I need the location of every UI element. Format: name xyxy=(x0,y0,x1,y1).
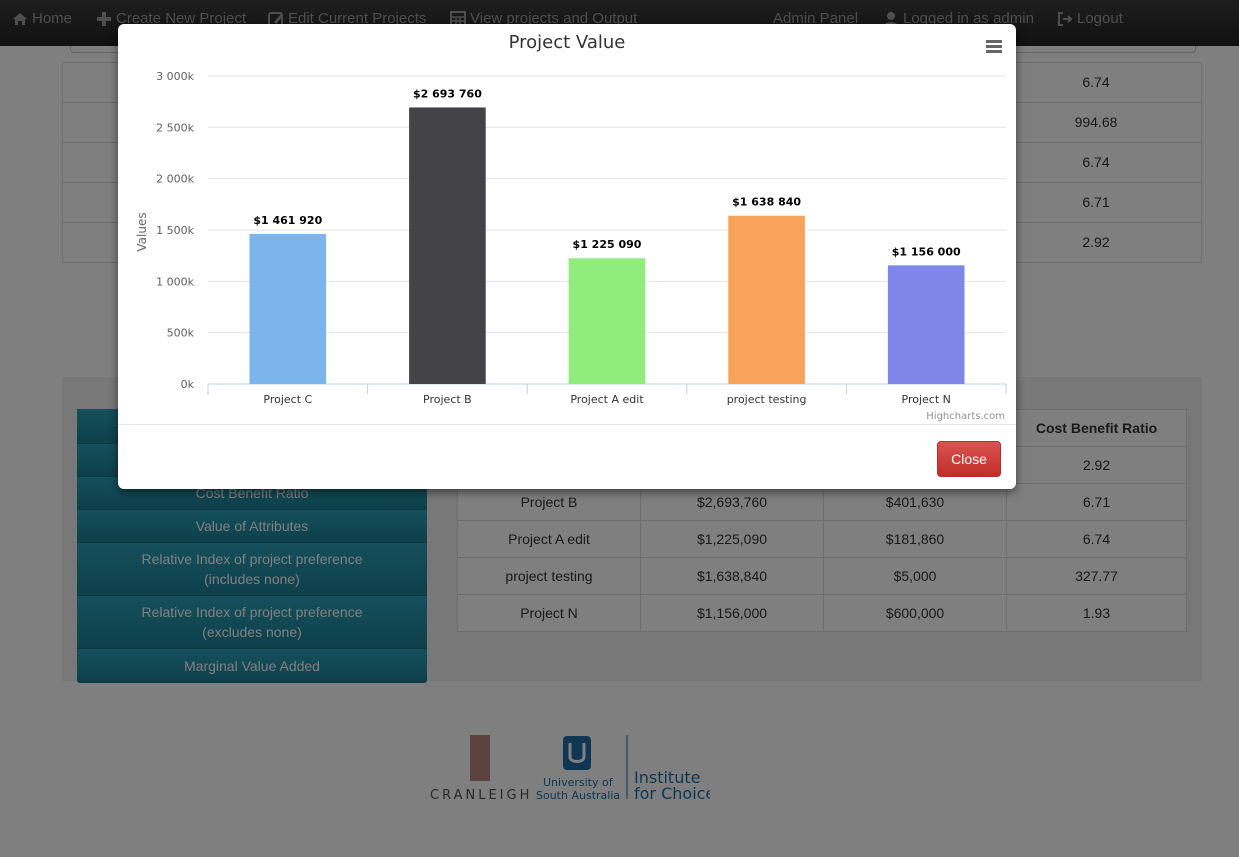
chart-modal: Project Value Values 0k 500k 1 000k 1 500k 2… xyxy=(118,24,1016,489)
data-label: $1 461 920 xyxy=(253,214,322,227)
highcharts-credits[interactable]: Highcharts.com xyxy=(926,411,1005,422)
x-tick-label: Project C xyxy=(263,393,312,406)
x-tick-label: Project N xyxy=(902,393,951,406)
close-button-label: Close xyxy=(951,451,987,467)
modal-footer: Close xyxy=(118,424,1016,490)
y-tick-label: 0k xyxy=(181,378,195,391)
y-tick-label: 1 500k xyxy=(156,224,194,237)
chart-bar[interactable] xyxy=(887,265,965,384)
chart-bar[interactable] xyxy=(568,258,646,384)
y-axis-title: Values xyxy=(135,212,149,251)
y-tick-label: 2 500k xyxy=(156,121,194,134)
x-tick-label: project testing xyxy=(727,393,807,406)
close-button[interactable]: Close xyxy=(937,441,1001,477)
chart-bar[interactable] xyxy=(728,215,805,384)
project-value-chart: Project Value Values 0k 500k 1 000k 1 500k 2… xyxy=(135,32,1007,422)
y-tick-label: 3 000k xyxy=(156,70,194,83)
data-label: $1 225 090 xyxy=(573,238,642,251)
chart-bar[interactable] xyxy=(409,107,486,384)
chart-bar[interactable] xyxy=(249,233,327,384)
chart-menu-icon[interactable] xyxy=(986,40,1002,53)
x-tick-label: Project A edit xyxy=(570,393,644,406)
data-label: $2 693 760 xyxy=(413,87,482,100)
x-tick-label: Project B xyxy=(423,393,472,406)
y-tick-label: 500k xyxy=(167,327,195,340)
y-tick-label: 2 000k xyxy=(156,173,194,186)
y-tick-label: 1 000k xyxy=(156,275,194,288)
chart-title: Project Value xyxy=(509,32,626,53)
data-label: $1 638 840 xyxy=(732,196,801,209)
data-label: $1 156 000 xyxy=(892,245,961,258)
